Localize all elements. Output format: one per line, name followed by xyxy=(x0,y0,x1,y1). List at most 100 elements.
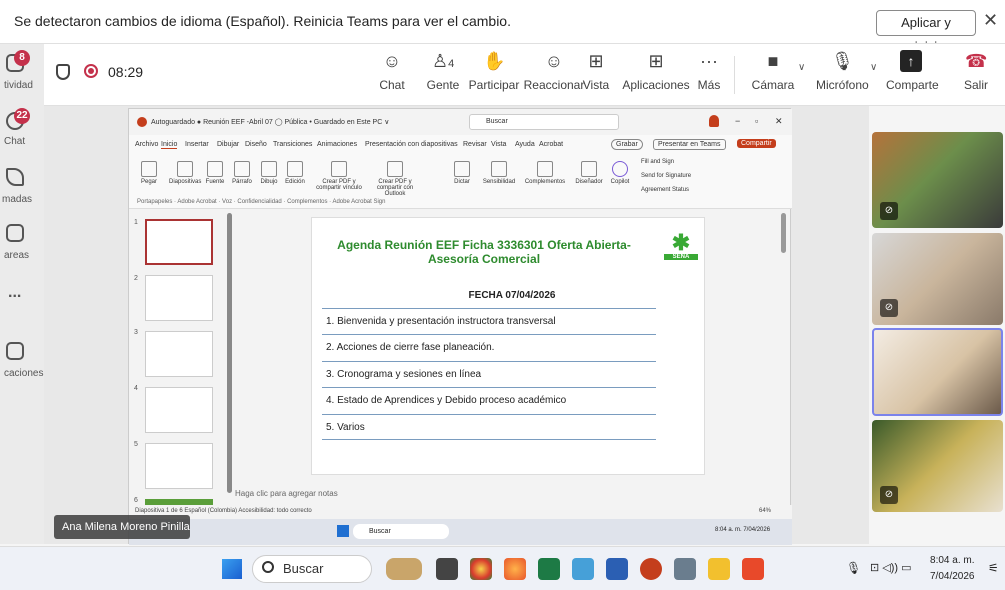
apply-restart-button[interactable]: Aplicar y reiniciar xyxy=(876,10,976,54)
people-button[interactable]: ♙4 Gente xyxy=(422,50,464,92)
slide-thumbnail-3[interactable] xyxy=(145,331,213,377)
fill-sign-button[interactable]: Fill and Sign xyxy=(641,159,674,165)
windows-logo-icon[interactable] xyxy=(337,525,349,537)
rail-chat[interactable]: 22 Chat xyxy=(0,106,44,156)
drawing-button[interactable]: Dibujo xyxy=(257,161,281,185)
slides-button[interactable]: Diapositivas xyxy=(169,161,201,185)
rail-apps[interactable]: caciones xyxy=(0,338,44,379)
create-pdf-outlook-button[interactable]: Crear PDF y compartir con Outlook xyxy=(367,161,423,197)
account-icon[interactable] xyxy=(709,115,719,127)
pdf-icon xyxy=(331,161,347,177)
inner-clock: 8:04 a. m. 7/04/2026 xyxy=(715,527,771,533)
tab-transiciones[interactable]: Transiciones xyxy=(273,141,312,148)
more-button[interactable]: ··· Más xyxy=(694,50,724,92)
ppt-title: Autoguardado ● Reunión EEF -Abril 07 ◯ P… xyxy=(151,119,390,126)
status-text: Diapositiva 1 de 6 Español (Colombia) Ac… xyxy=(135,508,312,514)
tab-presentacion[interactable]: Presentación con diapositivas xyxy=(365,141,458,148)
chevron-down-icon[interactable]: ∨ xyxy=(798,62,805,73)
paste-button[interactable]: Pegar xyxy=(137,161,161,185)
sensitivity-button[interactable]: Sensibilidad xyxy=(479,161,519,185)
participant-tile[interactable]: ⊘ xyxy=(872,420,1003,512)
widgets-icon[interactable] xyxy=(386,558,422,580)
tab-inicio[interactable]: Inicio xyxy=(161,141,178,149)
leave-button[interactable]: ☎ Salir xyxy=(958,50,994,92)
hand-icon: ✋ xyxy=(483,51,506,71)
notes-pane[interactable]: Haga clic para agregar notas xyxy=(235,489,795,503)
zoom-level[interactable]: 64% xyxy=(759,508,771,514)
slides-icon xyxy=(177,161,193,177)
send-signature-button[interactable]: Send for Signature xyxy=(641,173,691,179)
slide-thumbnail-5[interactable] xyxy=(145,443,213,489)
powerpoint-icon[interactable] xyxy=(640,558,662,580)
tab-archivo[interactable]: Archivo xyxy=(135,141,158,148)
thumbs-scrollbar[interactable] xyxy=(227,213,232,493)
participant-tile[interactable]: ⊘ xyxy=(872,132,1003,228)
slide-scrollbar[interactable] xyxy=(781,213,786,253)
rail-tasks[interactable]: areas xyxy=(0,218,44,268)
ppt-search[interactable]: Buscar xyxy=(469,114,619,130)
system-tray-icons[interactable]: ⊡ ◁)) ▭ xyxy=(870,561,912,574)
tab-ayuda[interactable]: Ayuda xyxy=(515,141,535,148)
phone-icon xyxy=(6,168,24,186)
raise-hand-button[interactable]: ✋ Participar xyxy=(468,50,520,92)
rail-more[interactable]: ... xyxy=(0,284,44,314)
tab-animaciones[interactable]: Animaciones xyxy=(317,141,357,148)
font-button[interactable]: Fuente xyxy=(203,161,227,185)
close-window-icon[interactable]: ✕ xyxy=(775,116,783,127)
paragraph-button[interactable]: Párrafo xyxy=(229,161,255,185)
rail-label-tasks: areas xyxy=(4,250,30,261)
tab-revisar[interactable]: Revisar xyxy=(463,141,487,148)
react-button[interactable]: ☺ Reaccionar xyxy=(522,50,586,92)
editing-button[interactable]: Edición xyxy=(283,161,307,185)
dictate-button[interactable]: Dictar xyxy=(451,161,473,185)
participant-tile[interactable]: ⊘ xyxy=(872,233,1003,325)
excel-icon[interactable] xyxy=(538,558,560,580)
chevron-down-icon[interactable]: ∨ xyxy=(870,62,877,73)
share-button[interactable]: ↑ Comparte xyxy=(886,50,939,92)
mic-tray-icon[interactable]: 🎙 xyxy=(846,561,861,575)
agreement-status-button[interactable]: Agreement Status xyxy=(641,187,689,193)
windows-start-icon[interactable] xyxy=(222,559,242,579)
slide-thumbnail-2[interactable] xyxy=(145,275,213,321)
camera-button[interactable]: ■ Cámara xyxy=(750,50,796,92)
taskbar-clock[interactable]: 8:04 a. m. 7/04/2026 xyxy=(930,553,975,585)
create-pdf-link-button[interactable]: Crear PDF y compartir vínculo xyxy=(315,161,363,191)
slide-thumbnail-1[interactable] xyxy=(145,219,213,265)
notification-bar: Se detectaron cambios de idioma (Español… xyxy=(0,0,1005,54)
notification-icon[interactable]: ⚟ xyxy=(988,561,999,575)
restore-icon[interactable]: ▫ xyxy=(755,116,758,126)
network-app-icon[interactable] xyxy=(572,558,594,580)
participant-tile-active[interactable] xyxy=(872,328,1003,416)
tab-diseno[interactable]: Diseño xyxy=(245,141,267,148)
addins-button[interactable]: Complementos xyxy=(523,161,567,185)
rail-calls[interactable]: madas xyxy=(0,162,44,212)
rail-activity[interactable]: 8 tividad xyxy=(0,48,44,98)
present-teams-button[interactable]: Presentar en Teams xyxy=(653,139,726,150)
office-icon[interactable] xyxy=(742,558,764,580)
file-explorer-icon[interactable] xyxy=(708,558,730,580)
share-ppt-button[interactable]: Compartir xyxy=(737,139,776,148)
chat-button[interactable]: ☺ Chat xyxy=(376,50,408,92)
task-view-icon[interactable] xyxy=(436,558,458,580)
mic-button[interactable]: 🎙 Micrófono xyxy=(816,50,869,92)
search-icon xyxy=(262,561,274,573)
tab-vista[interactable]: Vista xyxy=(491,141,506,148)
windows-taskbar: Buscar 🎙 ⊡ ◁)) ▭ 8:04 a. m. 7/04/2026 ⚟ xyxy=(0,546,1005,590)
record-button[interactable]: Grabar xyxy=(611,139,643,150)
word-icon[interactable] xyxy=(606,558,628,580)
view-button[interactable]: ⊞ Vista xyxy=(580,50,612,92)
slide-thumbnail-4[interactable] xyxy=(145,387,213,433)
camera-app-icon[interactable] xyxy=(674,558,696,580)
copilot-button[interactable]: Copilot xyxy=(607,161,633,185)
tab-acrobat[interactable]: Acrobat xyxy=(539,141,563,148)
thumb-number: 4 xyxy=(134,385,138,392)
designer-button[interactable]: Diseñador xyxy=(573,161,605,185)
tab-dibujar[interactable]: Dibujar xyxy=(217,141,239,148)
tab-insertar[interactable]: Insertar xyxy=(185,141,209,148)
minimize-icon[interactable]: − xyxy=(735,116,740,126)
inner-search[interactable]: Buscar xyxy=(353,524,449,539)
apps-button[interactable]: ⊞ Aplicaciones xyxy=(618,50,694,92)
firefox-icon[interactable] xyxy=(504,558,526,580)
close-icon[interactable]: ✕ xyxy=(983,10,998,31)
chrome-icon[interactable] xyxy=(470,558,492,580)
